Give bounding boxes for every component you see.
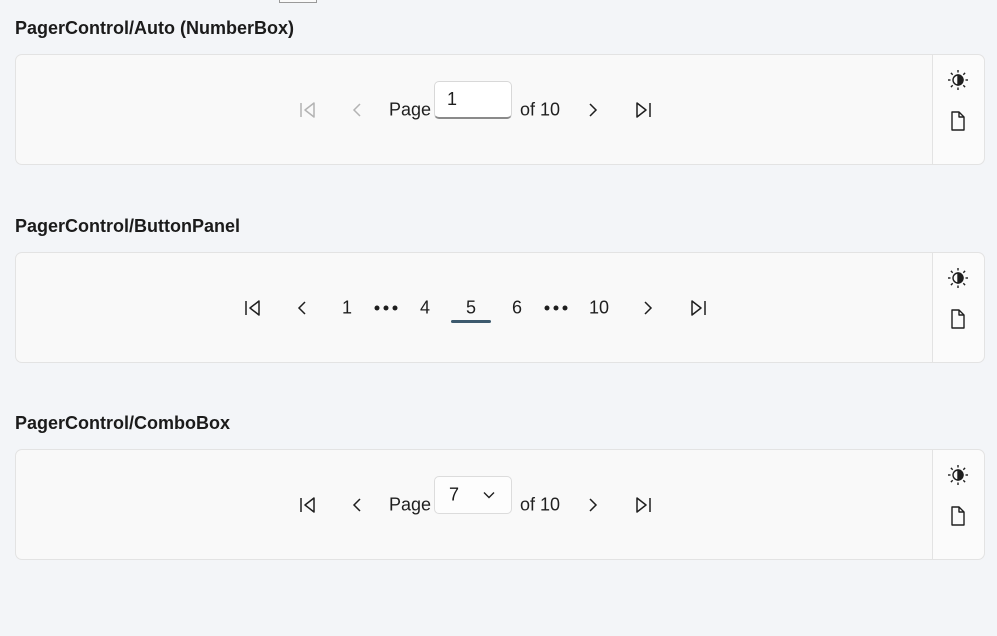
pager-card-numberbox: Page of 10 (15, 54, 985, 165)
last-page-icon (636, 101, 651, 118)
last-page-button[interactable] (634, 496, 652, 514)
first-page-icon (245, 299, 260, 316)
last-page-button[interactable] (634, 101, 652, 119)
last-page-icon (636, 496, 651, 513)
combobox-value: 7 (449, 484, 460, 505)
chevron-down-icon (483, 486, 495, 504)
next-page-button[interactable] (642, 300, 654, 316)
theme-toggle-icon (948, 268, 968, 288)
first-page-button[interactable] (244, 299, 262, 317)
selected-page-indicator (451, 320, 491, 323)
next-page-button[interactable] (587, 102, 599, 118)
last-page-button[interactable] (689, 299, 707, 317)
next-page-button[interactable] (587, 497, 599, 513)
ellipsis-icon (544, 305, 568, 310)
previous-page-button[interactable] (351, 497, 363, 513)
section-title-numberbox: PagerControl/Auto (NumberBox) (15, 18, 294, 38)
first-page-icon (300, 496, 315, 513)
page-label: Page (389, 494, 432, 514)
page-count-label: of 10 (520, 494, 561, 514)
first-page-icon (300, 101, 315, 118)
document-icon (951, 309, 965, 329)
section-title-combobox: PagerControl/ComboBox (15, 413, 231, 433)
last-page-icon (691, 299, 706, 316)
theme-toggle-icon (948, 70, 968, 90)
next-page-icon (589, 497, 598, 512)
section-title-buttonpanel: PagerControl/ButtonPanel (15, 216, 241, 236)
page-button-5-selected[interactable]: 5 (466, 297, 476, 318)
previous-page-icon (297, 300, 306, 315)
top-scroll-stub (279, 0, 317, 3)
theme-toggle-button[interactable] (947, 69, 969, 91)
page-label: Page (389, 99, 432, 119)
document-icon (951, 111, 965, 131)
previous-page-button[interactable] (296, 300, 308, 316)
card-toolbar (932, 55, 984, 164)
page-count-label: of 10 (520, 99, 561, 119)
document-icon (951, 506, 965, 526)
page-button-10[interactable]: 10 (589, 297, 609, 318)
page-combobox[interactable]: 7 (434, 476, 512, 514)
card-toolbar (932, 450, 984, 559)
theme-toggle-icon (948, 465, 968, 485)
view-source-button[interactable] (947, 308, 969, 330)
previous-page-icon (352, 102, 361, 117)
previous-page-button[interactable] (351, 102, 363, 118)
first-page-button[interactable] (299, 496, 317, 514)
theme-toggle-button[interactable] (947, 267, 969, 289)
theme-toggle-button[interactable] (947, 464, 969, 486)
next-page-icon (589, 102, 598, 117)
view-source-button[interactable] (947, 505, 969, 527)
pager-card-combobox: Page 7 of 10 (15, 449, 985, 560)
page-number-input[interactable] (434, 81, 512, 119)
view-source-button[interactable] (947, 110, 969, 132)
card-toolbar (932, 253, 984, 362)
previous-page-icon (352, 497, 361, 512)
page-button-1[interactable]: 1 (342, 297, 352, 318)
page-button-4[interactable]: 4 (420, 297, 430, 318)
first-page-button[interactable] (299, 101, 317, 119)
ellipsis-icon (374, 305, 398, 310)
page-button-6[interactable]: 6 (512, 297, 522, 318)
pager-card-buttonpanel: 1 4 5 6 10 (15, 252, 985, 363)
next-page-icon (644, 300, 653, 315)
